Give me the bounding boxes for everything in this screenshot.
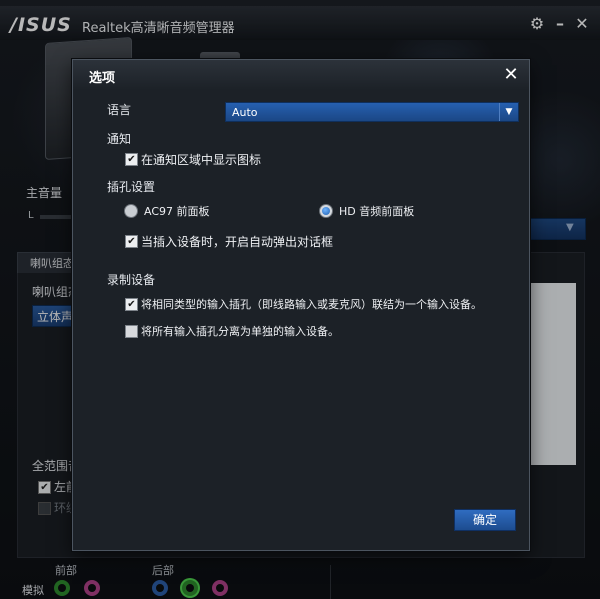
hd-audio-label: HD 音频前面板	[339, 205, 415, 218]
hd-audio-radio[interactable]	[319, 204, 333, 218]
ok-button[interactable]: 确定	[454, 509, 516, 531]
notify-label: 通知	[107, 132, 132, 146]
dialog-title: 选项	[89, 71, 116, 86]
chevron-down-icon[interactable]: ▼	[499, 103, 518, 121]
separate-inputs-label: 将所有输入插孔分离为单独的输入设备。	[141, 325, 339, 338]
auto-popup-checkbox[interactable]: ✔	[125, 235, 138, 248]
show-tray-icon-label: 在通知区域中显示图标	[141, 153, 262, 167]
language-select[interactable]: Auto ▼	[225, 102, 519, 122]
dialog-titlebar: 选项 ✕	[73, 60, 529, 90]
options-dialog: 选项 ✕ 语言 Auto ▼ 通知 ✔ 在通知区域中显示图标 插孔设置 AC97…	[72, 59, 530, 551]
recording-label: 录制设备	[107, 273, 156, 287]
auto-popup-label: 当插入设备时，开启自动弹出对话框	[141, 235, 334, 249]
tie-inputs-checkbox[interactable]: ✔	[125, 298, 138, 311]
language-select-value: Auto	[232, 106, 258, 119]
close-icon[interactable]: ✕	[501, 65, 521, 85]
language-label: 语言	[107, 103, 132, 117]
jack-settings-label: 插孔设置	[107, 180, 156, 194]
ac97-radio[interactable]	[124, 204, 138, 218]
show-tray-icon-checkbox[interactable]: ✔	[125, 153, 138, 166]
ac97-label: AC97 前面板	[144, 205, 210, 218]
separate-inputs-checkbox[interactable]	[125, 325, 138, 338]
tie-inputs-label: 将相同类型的输入插孔（即线路输入或麦克风）联结为一个输入设备。	[141, 298, 482, 311]
